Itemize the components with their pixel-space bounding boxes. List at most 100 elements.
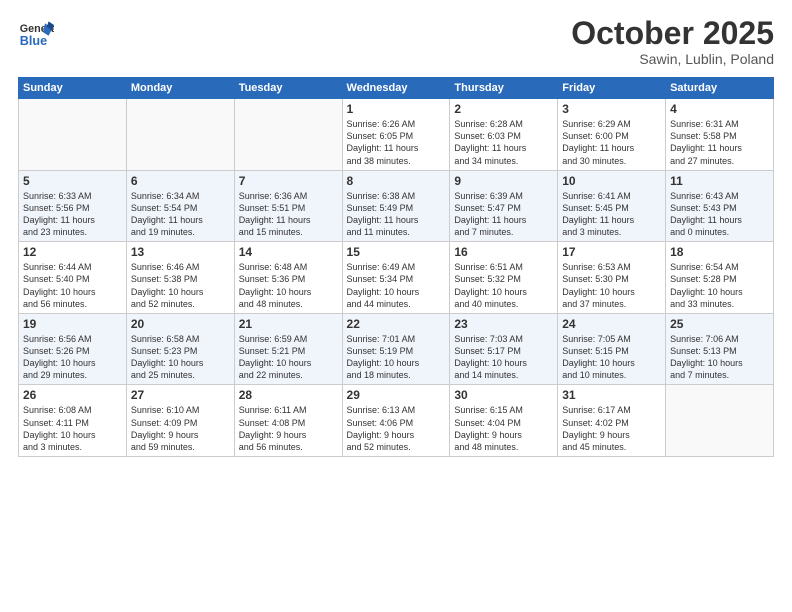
day-info: Sunrise: 6:17 AM Sunset: 4:02 PM Dayligh…	[562, 404, 661, 453]
day-info: Sunrise: 6:31 AM Sunset: 5:58 PM Dayligh…	[670, 118, 769, 167]
day-cell: 11 Sunrise: 6:43 AM Sunset: 5:43 PM Dayli…	[666, 170, 774, 242]
day-info: Sunrise: 6:51 AM Sunset: 5:32 PM Dayligh…	[454, 261, 553, 310]
day-cell: 14Sunrise: 6:48 AM Sunset: 5:36 PM Dayli…	[234, 242, 342, 314]
day-number: 12	[23, 245, 122, 259]
day-info: Sunrise: 6:36 AM Sunset: 5:51 PM Dayligh…	[239, 190, 338, 239]
day-number: 22	[347, 317, 446, 331]
day-cell: 19 Sunrise: 6:56 AM Sunset: 5:26 PM Dayli…	[19, 313, 127, 385]
day-number: 9	[454, 174, 553, 188]
day-cell: 10 Sunrise: 6:41 AM Sunset: 5:45 PM Dayli…	[558, 170, 666, 242]
col-thursday: Thursday	[450, 78, 558, 99]
calendar: Sunday Monday Tuesday Wednesday Thursday…	[18, 77, 774, 457]
day-cell: 4Sunrise: 6:31 AM Sunset: 5:58 PM Daylig…	[666, 99, 774, 171]
day-cell: 7 Sunrise: 6:36 AM Sunset: 5:51 PM Daylig…	[234, 170, 342, 242]
page: General Blue October 2025 Sawin, Lublin,…	[0, 0, 792, 612]
day-info: Sunrise: 6:10 AM Sunset: 4:09 PM Dayligh…	[131, 404, 230, 453]
day-cell: 28 Sunrise: 6:11 AM Sunset: 4:08 PM Dayli…	[234, 385, 342, 457]
day-number: 26	[23, 388, 122, 402]
day-cell	[126, 99, 234, 171]
day-cell: 16 Sunrise: 6:51 AM Sunset: 5:32 PM Dayli…	[450, 242, 558, 314]
day-cell: 8 Sunrise: 6:38 AM Sunset: 5:49 PM Daylig…	[342, 170, 450, 242]
week-row-4: 19 Sunrise: 6:56 AM Sunset: 5:26 PM Dayli…	[19, 313, 774, 385]
header-row: Sunday Monday Tuesday Wednesday Thursday…	[19, 78, 774, 99]
title-block: October 2025 Sawin, Lublin, Poland	[571, 16, 774, 67]
day-cell: 30 Sunrise: 6:15 AM Sunset: 4:04 PM Dayli…	[450, 385, 558, 457]
day-info: Sunrise: 6:28 AM Sunset: 6:03 PM Dayligh…	[454, 118, 553, 167]
day-cell	[19, 99, 127, 171]
day-number: 31	[562, 388, 661, 402]
subtitle: Sawin, Lublin, Poland	[571, 51, 774, 67]
day-number: 23	[454, 317, 553, 331]
day-info: Sunrise: 6:33 AM Sunset: 5:56 PM Dayligh…	[23, 190, 122, 239]
day-cell: 2Sunrise: 6:28 AM Sunset: 6:03 PM Daylig…	[450, 99, 558, 171]
day-cell: 24Sunrise: 7:05 AM Sunset: 5:15 PM Dayli…	[558, 313, 666, 385]
day-cell: 9 Sunrise: 6:39 AM Sunset: 5:47 PM Daylig…	[450, 170, 558, 242]
day-info: Sunrise: 6:54 AM Sunset: 5:28 PM Dayligh…	[670, 261, 769, 310]
day-cell: 17 Sunrise: 6:53 AM Sunset: 5:30 PM Dayli…	[558, 242, 666, 314]
day-info: Sunrise: 6:43 AM Sunset: 5:43 PM Dayligh…	[670, 190, 769, 239]
day-cell: 5 Sunrise: 6:33 AM Sunset: 5:56 PM Daylig…	[19, 170, 127, 242]
week-row-5: 26 Sunrise: 6:08 AM Sunset: 4:11 PM Dayli…	[19, 385, 774, 457]
day-cell: 26 Sunrise: 6:08 AM Sunset: 4:11 PM Dayli…	[19, 385, 127, 457]
day-info: Sunrise: 6:38 AM Sunset: 5:49 PM Dayligh…	[347, 190, 446, 239]
day-info: Sunrise: 7:03 AM Sunset: 5:17 PM Dayligh…	[454, 333, 553, 382]
col-friday: Friday	[558, 78, 666, 99]
day-info: Sunrise: 6:56 AM Sunset: 5:26 PM Dayligh…	[23, 333, 122, 382]
col-saturday: Saturday	[666, 78, 774, 99]
day-info: Sunrise: 6:39 AM Sunset: 5:47 PM Dayligh…	[454, 190, 553, 239]
day-cell: 20 Sunrise: 6:58 AM Sunset: 5:23 PM Dayli…	[126, 313, 234, 385]
day-info: Sunrise: 6:08 AM Sunset: 4:11 PM Dayligh…	[23, 404, 122, 453]
day-cell	[234, 99, 342, 171]
day-number: 7	[239, 174, 338, 188]
week-row-1: 1 Sunrise: 6:26 AM Sunset: 6:05 PM Daylig…	[19, 99, 774, 171]
day-number: 8	[347, 174, 446, 188]
day-info: Sunrise: 6:29 AM Sunset: 6:00 PM Dayligh…	[562, 118, 661, 167]
day-info: Sunrise: 6:49 AM Sunset: 5:34 PM Dayligh…	[347, 261, 446, 310]
day-cell: 23 Sunrise: 7:03 AM Sunset: 5:17 PM Dayli…	[450, 313, 558, 385]
day-cell: 29 Sunrise: 6:13 AM Sunset: 4:06 PM Dayli…	[342, 385, 450, 457]
day-info: Sunrise: 6:44 AM Sunset: 5:40 PM Dayligh…	[23, 261, 122, 310]
day-info: Sunrise: 6:59 AM Sunset: 5:21 PM Dayligh…	[239, 333, 338, 382]
day-cell: 18 Sunrise: 6:54 AM Sunset: 5:28 PM Dayli…	[666, 242, 774, 314]
day-info: Sunrise: 6:53 AM Sunset: 5:30 PM Dayligh…	[562, 261, 661, 310]
day-info: Sunrise: 7:06 AM Sunset: 5:13 PM Dayligh…	[670, 333, 769, 382]
header: General Blue October 2025 Sawin, Lublin,…	[18, 16, 774, 67]
day-number: 5	[23, 174, 122, 188]
day-info: Sunrise: 6:13 AM Sunset: 4:06 PM Dayligh…	[347, 404, 446, 453]
day-cell: 27Sunrise: 6:10 AM Sunset: 4:09 PM Dayli…	[126, 385, 234, 457]
day-info: Sunrise: 6:58 AM Sunset: 5:23 PM Dayligh…	[131, 333, 230, 382]
day-info: Sunrise: 6:41 AM Sunset: 5:45 PM Dayligh…	[562, 190, 661, 239]
day-number: 21	[239, 317, 338, 331]
day-cell: 13Sunrise: 6:46 AM Sunset: 5:38 PM Dayli…	[126, 242, 234, 314]
day-number: 25	[670, 317, 769, 331]
day-info: Sunrise: 6:26 AM Sunset: 6:05 PM Dayligh…	[347, 118, 446, 167]
day-cell: 15Sunrise: 6:49 AM Sunset: 5:34 PM Dayli…	[342, 242, 450, 314]
day-number: 19	[23, 317, 122, 331]
week-row-3: 12 Sunrise: 6:44 AM Sunset: 5:40 PM Dayli…	[19, 242, 774, 314]
day-number: 6	[131, 174, 230, 188]
day-number: 14	[239, 245, 338, 259]
day-number: 28	[239, 388, 338, 402]
day-info: Sunrise: 6:34 AM Sunset: 5:54 PM Dayligh…	[131, 190, 230, 239]
month-title: October 2025	[571, 16, 774, 51]
day-cell: 3 Sunrise: 6:29 AM Sunset: 6:00 PM Daylig…	[558, 99, 666, 171]
day-info: Sunrise: 6:11 AM Sunset: 4:08 PM Dayligh…	[239, 404, 338, 453]
day-number: 1	[347, 102, 446, 116]
day-number: 24	[562, 317, 661, 331]
day-number: 18	[670, 245, 769, 259]
day-number: 3	[562, 102, 661, 116]
col-monday: Monday	[126, 78, 234, 99]
day-cell	[666, 385, 774, 457]
day-number: 11	[670, 174, 769, 188]
day-info: Sunrise: 6:15 AM Sunset: 4:04 PM Dayligh…	[454, 404, 553, 453]
day-number: 17	[562, 245, 661, 259]
day-number: 16	[454, 245, 553, 259]
day-number: 20	[131, 317, 230, 331]
day-number: 30	[454, 388, 553, 402]
logo-icon: General Blue	[18, 16, 54, 52]
day-number: 10	[562, 174, 661, 188]
day-info: Sunrise: 6:46 AM Sunset: 5:38 PM Dayligh…	[131, 261, 230, 310]
day-cell: 21 Sunrise: 6:59 AM Sunset: 5:21 PM Dayli…	[234, 313, 342, 385]
day-number: 29	[347, 388, 446, 402]
col-tuesday: Tuesday	[234, 78, 342, 99]
